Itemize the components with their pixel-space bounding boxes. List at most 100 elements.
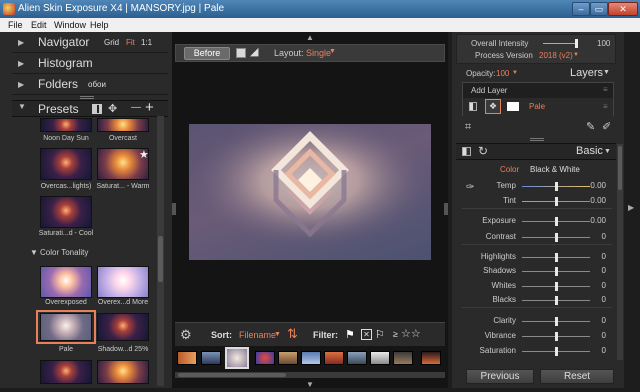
slider-knob[interactable] bbox=[555, 347, 558, 356]
reject-filter-icon[interactable]: ✕ bbox=[361, 329, 372, 340]
right-panel-scrollbar-thumb[interactable] bbox=[618, 146, 622, 190]
slider-knob[interactable] bbox=[555, 332, 558, 341]
preset-thumbnail[interactable] bbox=[40, 360, 92, 384]
navigator-section[interactable]: ▶ Navigator Grid Fit 1:1 bbox=[12, 32, 168, 53]
panel-toggle-icon[interactable] bbox=[462, 147, 471, 156]
panel-resize-grip[interactable] bbox=[80, 96, 94, 99]
collapse-bottom-arrow-icon[interactable]: ▼ bbox=[306, 380, 314, 389]
film-thumbnail[interactable] bbox=[301, 351, 321, 365]
layer-name[interactable]: Pale bbox=[529, 102, 545, 111]
chevron-down-icon[interactable]: ▼ bbox=[274, 331, 281, 338]
layer-mask-thumbnail[interactable] bbox=[507, 102, 519, 111]
film-thumbnail[interactable] bbox=[278, 351, 298, 365]
slider-knob[interactable] bbox=[555, 197, 558, 206]
film-thumbnail[interactable] bbox=[393, 351, 413, 365]
minimize-button[interactable]: ‒ bbox=[572, 2, 590, 16]
image-preview[interactable] bbox=[189, 124, 431, 260]
preset-overexposed-more-thumbnail[interactable] bbox=[97, 266, 149, 298]
gear-icon[interactable]: ⚙ bbox=[180, 327, 192, 343]
star-rating-icon[interactable]: ☆☆ bbox=[401, 327, 421, 340]
navigator-fit[interactable]: Fit bbox=[126, 32, 135, 53]
slider-knob[interactable] bbox=[555, 296, 558, 305]
slider-knob[interactable] bbox=[555, 217, 558, 226]
navigator-1to1[interactable]: 1:1 bbox=[141, 32, 152, 53]
film-thumbnail[interactable] bbox=[324, 351, 344, 365]
opacity-select[interactable]: 100 bbox=[496, 69, 509, 78]
menu-file[interactable]: File bbox=[8, 18, 23, 32]
chevron-down-icon[interactable]: ▼ bbox=[573, 52, 579, 58]
right-panel-splitter[interactable] bbox=[444, 203, 448, 215]
preset-pale-thumbnail[interactable] bbox=[40, 313, 92, 341]
menu-window[interactable]: Window bbox=[54, 18, 86, 32]
slider-knob[interactable] bbox=[555, 253, 558, 262]
layer-row-pale[interactable]: ❖ Pale ≡ bbox=[463, 98, 613, 116]
flag-filter-icon[interactable]: ⚑ bbox=[345, 328, 355, 341]
slider-knob[interactable] bbox=[555, 233, 558, 242]
layer-mask-icon[interactable]: ❖ bbox=[485, 99, 501, 114]
film-thumbnail[interactable] bbox=[177, 351, 197, 365]
tab-black-white[interactable]: Black & White bbox=[530, 165, 580, 174]
panel-resize-grip[interactable] bbox=[530, 138, 544, 141]
menu-help[interactable]: Help bbox=[90, 18, 109, 32]
slider-knob[interactable] bbox=[555, 267, 558, 276]
intensity-slider-track[interactable] bbox=[543, 43, 577, 44]
folders-section[interactable]: ▶ Folders обои bbox=[12, 74, 168, 95]
previous-button[interactable]: Previous bbox=[466, 369, 534, 384]
slider-knob[interactable] bbox=[555, 317, 558, 326]
film-thumbnail[interactable] bbox=[255, 351, 275, 365]
tab-color[interactable]: Color bbox=[500, 165, 519, 174]
drag-handle-icon[interactable]: ≡ bbox=[603, 85, 608, 94]
layout-select[interactable]: Single bbox=[306, 48, 331, 58]
group-collapse-arrow-icon[interactable]: ▼ bbox=[30, 248, 38, 257]
histogram-section[interactable]: ▶ Histogram bbox=[12, 53, 168, 74]
preset-thumbnail[interactable] bbox=[97, 360, 149, 384]
preset-overcast-thumbnail[interactable] bbox=[97, 118, 149, 132]
grid-view-icon[interactable] bbox=[92, 104, 102, 114]
preset-shadows-thumbnail[interactable] bbox=[97, 313, 149, 341]
slider-knob[interactable] bbox=[555, 182, 558, 191]
chevron-down-icon[interactable]: ▼ bbox=[329, 48, 336, 55]
collapse-right-arrow-icon[interactable]: ▶ bbox=[628, 203, 634, 212]
chevron-down-icon[interactable]: ▼ bbox=[512, 70, 518, 76]
layer-visibility-icon[interactable] bbox=[469, 102, 477, 111]
before-button[interactable]: Before bbox=[184, 47, 230, 60]
layers-collapse-icon[interactable]: ▼ bbox=[603, 69, 610, 76]
navigator-grid[interactable]: Grid bbox=[104, 32, 119, 53]
compact-view-icon[interactable]: ✥ bbox=[108, 102, 117, 115]
filmstrip-scrollbar-thumb[interactable] bbox=[178, 373, 286, 377]
brush-icon[interactable]: ✎ bbox=[586, 120, 595, 133]
presets-scrollbar-thumb[interactable] bbox=[158, 236, 163, 282]
close-button[interactable]: ✕ bbox=[608, 2, 638, 16]
maximize-button[interactable]: ▭ bbox=[590, 2, 608, 16]
film-thumbnail[interactable] bbox=[347, 351, 367, 365]
basic-collapse-icon[interactable]: ▼ bbox=[604, 148, 611, 155]
film-thumbnail[interactable] bbox=[421, 351, 441, 365]
film-thumbnail-selected[interactable] bbox=[225, 347, 249, 369]
paint-brush-icon[interactable]: ✐ bbox=[602, 120, 611, 133]
film-thumbnail[interactable] bbox=[370, 351, 390, 365]
reset-panel-icon[interactable]: ↻ bbox=[478, 144, 488, 158]
brush-tool-icon[interactable]: ◢ bbox=[250, 45, 258, 58]
split-view-icon[interactable] bbox=[236, 48, 246, 58]
remove-preset-icon[interactable]: — bbox=[131, 102, 141, 113]
flag-outline-icon[interactable]: ⚐ bbox=[375, 328, 385, 341]
film-thumbnail[interactable] bbox=[201, 351, 221, 365]
menu-edit[interactable]: Edit bbox=[31, 18, 47, 32]
preset-overcast-lights-thumbnail[interactable] bbox=[40, 148, 92, 180]
intensity-slider-knob[interactable] bbox=[575, 39, 578, 48]
group-color-tonality[interactable]: Color Tonality bbox=[40, 248, 88, 257]
presets-collapse-arrow-icon[interactable]: ▼ bbox=[18, 102, 26, 111]
favorite-star-icon[interactable]: ★ bbox=[139, 148, 149, 161]
preset-overexposed-thumbnail[interactable] bbox=[40, 266, 92, 298]
left-panel-splitter[interactable] bbox=[172, 203, 176, 215]
preset-noon-day-sun-thumbnail[interactable] bbox=[40, 118, 92, 132]
drag-handle-icon[interactable]: ≡ bbox=[603, 102, 608, 111]
add-preset-icon[interactable]: + bbox=[145, 99, 154, 116]
sort-order-icon[interactable]: ⇅ bbox=[287, 326, 298, 342]
add-layer-button[interactable]: Add Layer bbox=[471, 86, 507, 95]
reset-button[interactable]: Reset bbox=[540, 369, 614, 384]
sort-select[interactable]: Filename bbox=[239, 330, 276, 340]
process-version-select[interactable]: 2018 (v2) bbox=[539, 51, 573, 60]
slider-knob[interactable] bbox=[555, 282, 558, 291]
preset-saturated-cool-thumbnail[interactable] bbox=[40, 196, 92, 228]
